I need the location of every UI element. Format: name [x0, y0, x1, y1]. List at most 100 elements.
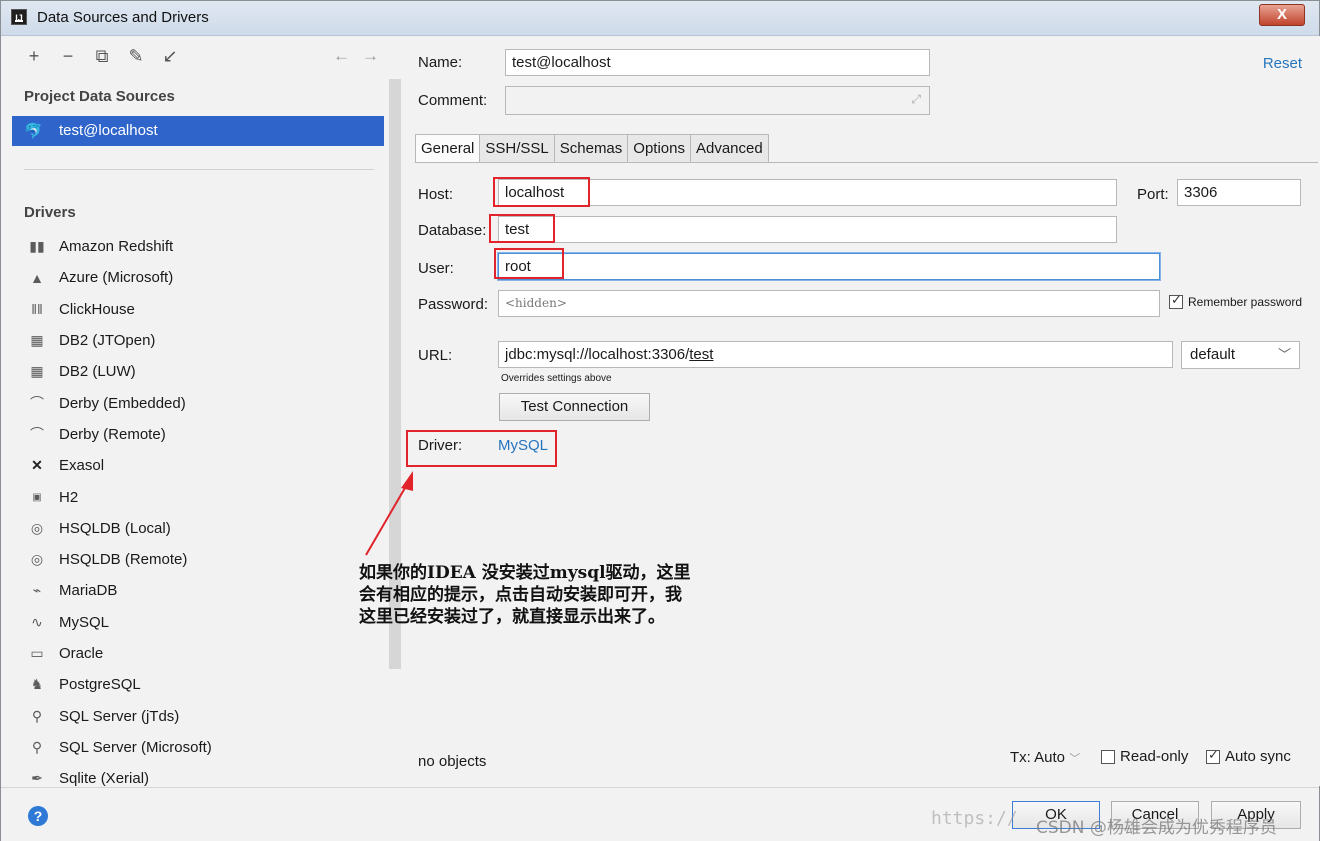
auto-sync-checkbox[interactable]: Auto sync	[1206, 747, 1291, 765]
expand-icon[interactable]: ⤢	[911, 87, 921, 112]
datasource-item[interactable]: 🐬 test@localhost	[12, 116, 384, 146]
intellij-icon: IJ	[11, 9, 27, 25]
remove-icon[interactable]: −	[57, 46, 79, 66]
user-highlight-box	[494, 248, 564, 279]
url-label: URL:	[418, 347, 453, 364]
tab-schemas[interactable]: Schemas	[553, 134, 629, 163]
driver-item[interactable]: ▭ Oracle	[27, 638, 387, 669]
back-arrow-icon[interactable]: ←	[333, 46, 362, 65]
oracle-icon: ▭	[30, 645, 44, 661]
driver-item[interactable]: ⌁ MariaDB	[27, 575, 387, 606]
driver-item[interactable]: ⚲ SQL Server (Microsoft)	[27, 732, 387, 763]
driver-item[interactable]: ⌒ Derby (Embedded)	[27, 387, 387, 418]
driver-label: Sqlite (Xerial)	[59, 770, 150, 788]
driver-item[interactable]: ▦ DB2 (JTOpen)	[27, 325, 387, 356]
auto-sync-label: Auto sync	[1225, 748, 1291, 765]
help-button[interactable]: ?	[28, 806, 48, 826]
driver-item[interactable]: ▮▮ Amazon Redshift	[27, 231, 387, 262]
read-only-checkbox[interactable]: Read-only	[1101, 748, 1188, 765]
driver-item[interactable]: ♞ PostgreSQL	[27, 669, 387, 700]
name-field[interactable]: test@localhost	[505, 49, 930, 76]
watermark-url: https://	[931, 808, 1018, 829]
comment-field[interactable]: ⤢	[505, 86, 930, 115]
chevron-down-icon: ﹀	[1069, 753, 1081, 765]
url-field[interactable]: jdbc:mysql://localhost:3306/test	[498, 341, 1173, 368]
driver-highlight-box	[406, 430, 557, 467]
tx-mode-dropdown[interactable]: Tx: Auto ﹀	[1010, 749, 1080, 766]
checkbox-icon	[1169, 292, 1183, 309]
watermark-credit: CSDN @杨雄会成为优秀程序员	[1036, 818, 1277, 838]
remember-password-checkbox[interactable]: Remember password	[1169, 292, 1303, 309]
driver-item[interactable]: ∿ MySQL	[27, 607, 387, 638]
window-title: Data Sources and Drivers	[37, 9, 209, 26]
driver-label: Derby (Embedded)	[59, 394, 186, 412]
hat-icon: ⌒	[30, 426, 44, 443]
checkbox-icon	[1101, 749, 1115, 764]
tab-options[interactable]: Options	[627, 134, 691, 163]
tab-ssh-ssl[interactable]: SSH/SSL	[479, 134, 555, 163]
dialog-window: IJ Data Sources and Drivers X + − ⧉ ✎ ↙ …	[0, 0, 1320, 841]
user-label: User:	[418, 260, 454, 277]
tab-advanced[interactable]: Advanced	[689, 134, 769, 163]
project-data-sources-heading: Project Data Sources	[24, 88, 175, 105]
driver-item[interactable]: ▲ Azure (Microsoft)	[27, 262, 387, 293]
h2-icon: ▣	[32, 491, 42, 503]
driver-item[interactable]: ⚲ SQL Server (jTds)	[27, 700, 387, 731]
bars-icon: ▮▮	[29, 238, 45, 255]
driver-item[interactable]: ◎ HSQLDB (Local)	[27, 513, 387, 544]
add-icon[interactable]: +	[23, 46, 45, 66]
driver-label: Oracle	[59, 645, 104, 662]
test-connection-button[interactable]: Test Connection	[499, 393, 650, 421]
dolphin-icon: ∿	[31, 613, 43, 630]
checkbox-icon	[1206, 747, 1220, 764]
right-panel: Name: test@localhost Reset Comment: ⤢ Ge…	[403, 36, 1320, 786]
host-label: Host:	[418, 186, 454, 203]
url-mode-select[interactable]: default ﹀	[1181, 341, 1300, 369]
tab-bar: General SSH/SSL Schemas Options Advanced	[415, 134, 769, 163]
driver-item[interactable]: ⌒ Derby (Remote)	[27, 419, 387, 450]
reset-link[interactable]: Reset	[1263, 55, 1302, 72]
import-icon[interactable]: ↙	[159, 46, 181, 66]
driver-label: MySQL	[59, 613, 110, 631]
driver-label: Amazon Redshift	[59, 238, 174, 256]
driver-item[interactable]: ‖‖ ClickHouse	[27, 294, 387, 325]
elephant-icon: ♞	[30, 676, 44, 693]
duplicate-icon[interactable]: ⧉	[91, 46, 113, 66]
remember-password-label: Remember password	[1188, 295, 1303, 309]
wrench-icon[interactable]: ✎	[125, 46, 147, 66]
annotation-line: 如果你的IDEA 没安装过mysql驱动，这里	[359, 563, 691, 583]
driver-item[interactable]: ▦ DB2 (LUW)	[27, 356, 387, 387]
database-field[interactable]: test	[498, 216, 1117, 243]
separator	[24, 169, 374, 170]
driver-item[interactable]: ▣ H2	[27, 481, 387, 512]
tab-general[interactable]: General	[415, 134, 481, 163]
password-field[interactable]: <hidden>	[498, 290, 1160, 317]
overrides-note: Overrides settings above	[501, 373, 612, 384]
drivers-heading: Drivers	[24, 204, 76, 221]
driver-label: SQL Server (Microsoft)	[59, 738, 212, 756]
driver-label: ClickHouse	[59, 300, 135, 318]
driver-label: PostgreSQL	[59, 676, 141, 694]
driver-item[interactable]: ✕ Exasol	[27, 450, 387, 481]
driver-item[interactable]: ◎ HSQLDB (Remote)	[27, 544, 387, 575]
driver-label: DB2 (LUW)	[59, 363, 136, 381]
host-field[interactable]: localhost	[498, 179, 1117, 206]
driver-label: H2	[59, 488, 79, 506]
read-only-label: Read-only	[1120, 748, 1189, 765]
host-highlight-box	[493, 177, 590, 207]
forward-arrow-icon[interactable]: →	[362, 46, 391, 65]
database-label: Database:	[418, 222, 487, 239]
triangle-icon: ▲	[30, 269, 44, 286]
title-bar[interactable]: IJ Data Sources and Drivers X	[1, 1, 1319, 36]
port-label: Port:	[1137, 186, 1169, 203]
database-highlight-box	[489, 214, 555, 243]
nav-arrows: ←→	[333, 46, 391, 66]
user-field[interactable]: root	[498, 253, 1160, 280]
ibm-icon: ▦	[30, 332, 44, 349]
driver-label: Azure (Microsoft)	[59, 269, 174, 287]
status-text: no objects	[418, 753, 487, 770]
close-button[interactable]: X	[1259, 4, 1305, 26]
name-label: Name:	[418, 54, 463, 71]
port-field[interactable]: 3306	[1177, 179, 1301, 206]
ibm-icon: ▦	[30, 363, 44, 380]
